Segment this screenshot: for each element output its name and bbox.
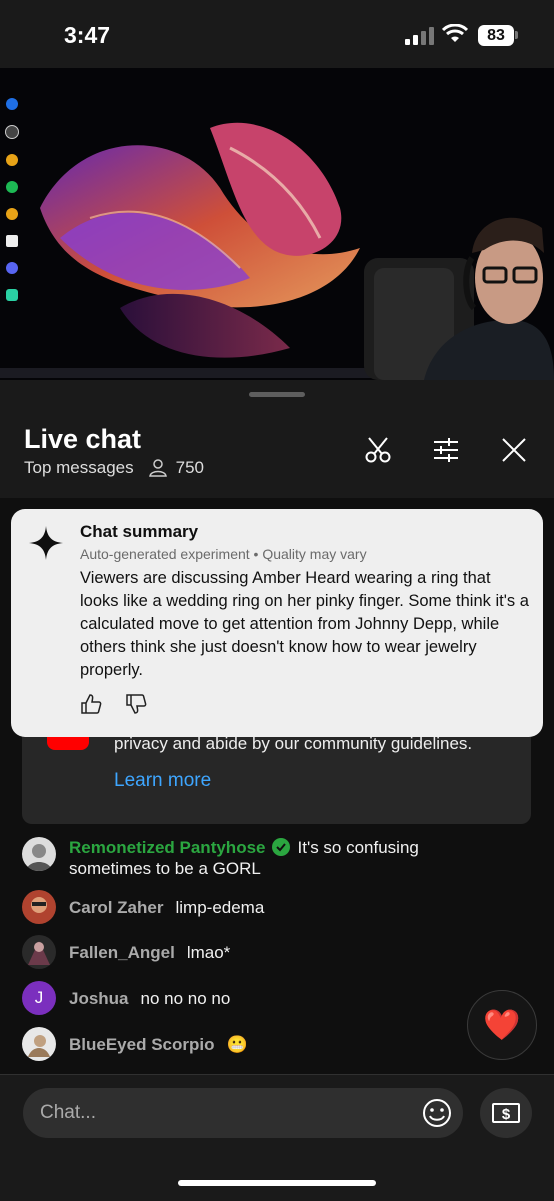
status-bar: 3:47 83 — [0, 0, 554, 68]
desktop-taskbar — [0, 368, 380, 378]
avatar — [22, 890, 56, 924]
avatar-letter: J — [34, 988, 44, 1007]
message-text: 😬 — [226, 1035, 248, 1054]
chat-feed[interactable]: privacy and abide by our community guide… — [0, 498, 554, 1074]
panel-title: Live chat — [24, 424, 142, 454]
signal-icon — [405, 27, 435, 45]
message-author[interactable]: Remonetized Pantyhose — [69, 838, 266, 857]
battery-tip — [515, 31, 518, 39]
live-chat-header: Live chat Top messages 750 — [0, 380, 554, 499]
sparkle-icon — [29, 526, 63, 560]
summary-body: Viewers are discussing Amber Heard weari… — [80, 569, 529, 679]
heart-icon: ❤️ — [483, 1008, 521, 1042]
chat-message[interactable]: BlueEyed Scorpio 😬 — [22, 1027, 492, 1061]
learn-more-link[interactable]: Learn more — [114, 770, 211, 792]
chat-message[interactable]: Remonetized Pantyhose It's so confusing s… — [22, 837, 492, 879]
thumbs-up-icon[interactable] — [80, 693, 102, 715]
chat-summary-card: Chat summary Auto-generated experiment •… — [11, 509, 543, 737]
super-chat-button[interactable]: $ — [480, 1088, 532, 1138]
summary-title: Chat summary — [80, 522, 199, 541]
message-author[interactable]: Carol Zaher — [69, 898, 163, 917]
chat-input-placeholder: Chat... — [40, 1102, 96, 1123]
drag-handle[interactable] — [249, 392, 305, 397]
home-indicator[interactable] — [178, 1180, 376, 1186]
super-chat-dollar-icon: $ — [492, 1103, 520, 1123]
viewers-icon — [148, 459, 167, 477]
chat-mode-label: Top messages — [24, 458, 134, 477]
message-text: limp-edema — [175, 898, 265, 917]
avatar: J — [22, 981, 56, 1015]
emoji-icon[interactable] — [421, 1097, 453, 1129]
wifi-icon — [442, 24, 468, 42]
thumbs-down-icon[interactable] — [125, 693, 147, 715]
close-button[interactable] — [496, 432, 532, 468]
avatar — [22, 935, 56, 969]
viewer-count: 750 — [175, 458, 204, 477]
chat-input[interactable]: Chat... — [23, 1088, 463, 1138]
filter-icon — [434, 438, 458, 462]
welcome-text: privacy and abide by our community guide… — [114, 734, 473, 753]
scissors-icon — [365, 437, 391, 463]
avatar — [22, 837, 56, 871]
battery-indicator: 83 — [478, 25, 514, 46]
message-author[interactable]: Joshua — [69, 989, 129, 1008]
heart-reaction-button[interactable]: ❤️ — [467, 990, 537, 1060]
chat-message[interactable]: Fallen_Angel lmao* — [22, 935, 492, 969]
chat-message[interactable]: J Joshua no no no no — [22, 981, 492, 1015]
desktop-icons — [3, 98, 21, 316]
summary-subtitle: Auto-generated experiment • Quality may … — [80, 546, 367, 562]
status-time: 3:47 — [64, 22, 111, 48]
chat-mode-selector[interactable]: Top messages 750 — [24, 458, 204, 478]
close-icon — [502, 438, 526, 462]
video-player[interactable] — [0, 68, 554, 380]
avatar — [22, 1027, 56, 1061]
chat-message[interactable]: Carol Zaher limp-edema — [22, 890, 492, 924]
streamer-webcam — [364, 217, 554, 380]
message-text: no no no no — [140, 989, 231, 1008]
settings-button[interactable] — [428, 432, 464, 468]
message-text: lmao* — [186, 943, 231, 962]
verified-badge-icon — [271, 838, 290, 856]
message-author[interactable]: BlueEyed Scorpio — [69, 1035, 214, 1054]
message-author[interactable]: Fallen_Angel — [69, 943, 175, 962]
svg-text:$: $ — [502, 1106, 511, 1123]
clip-button[interactable] — [360, 432, 396, 468]
